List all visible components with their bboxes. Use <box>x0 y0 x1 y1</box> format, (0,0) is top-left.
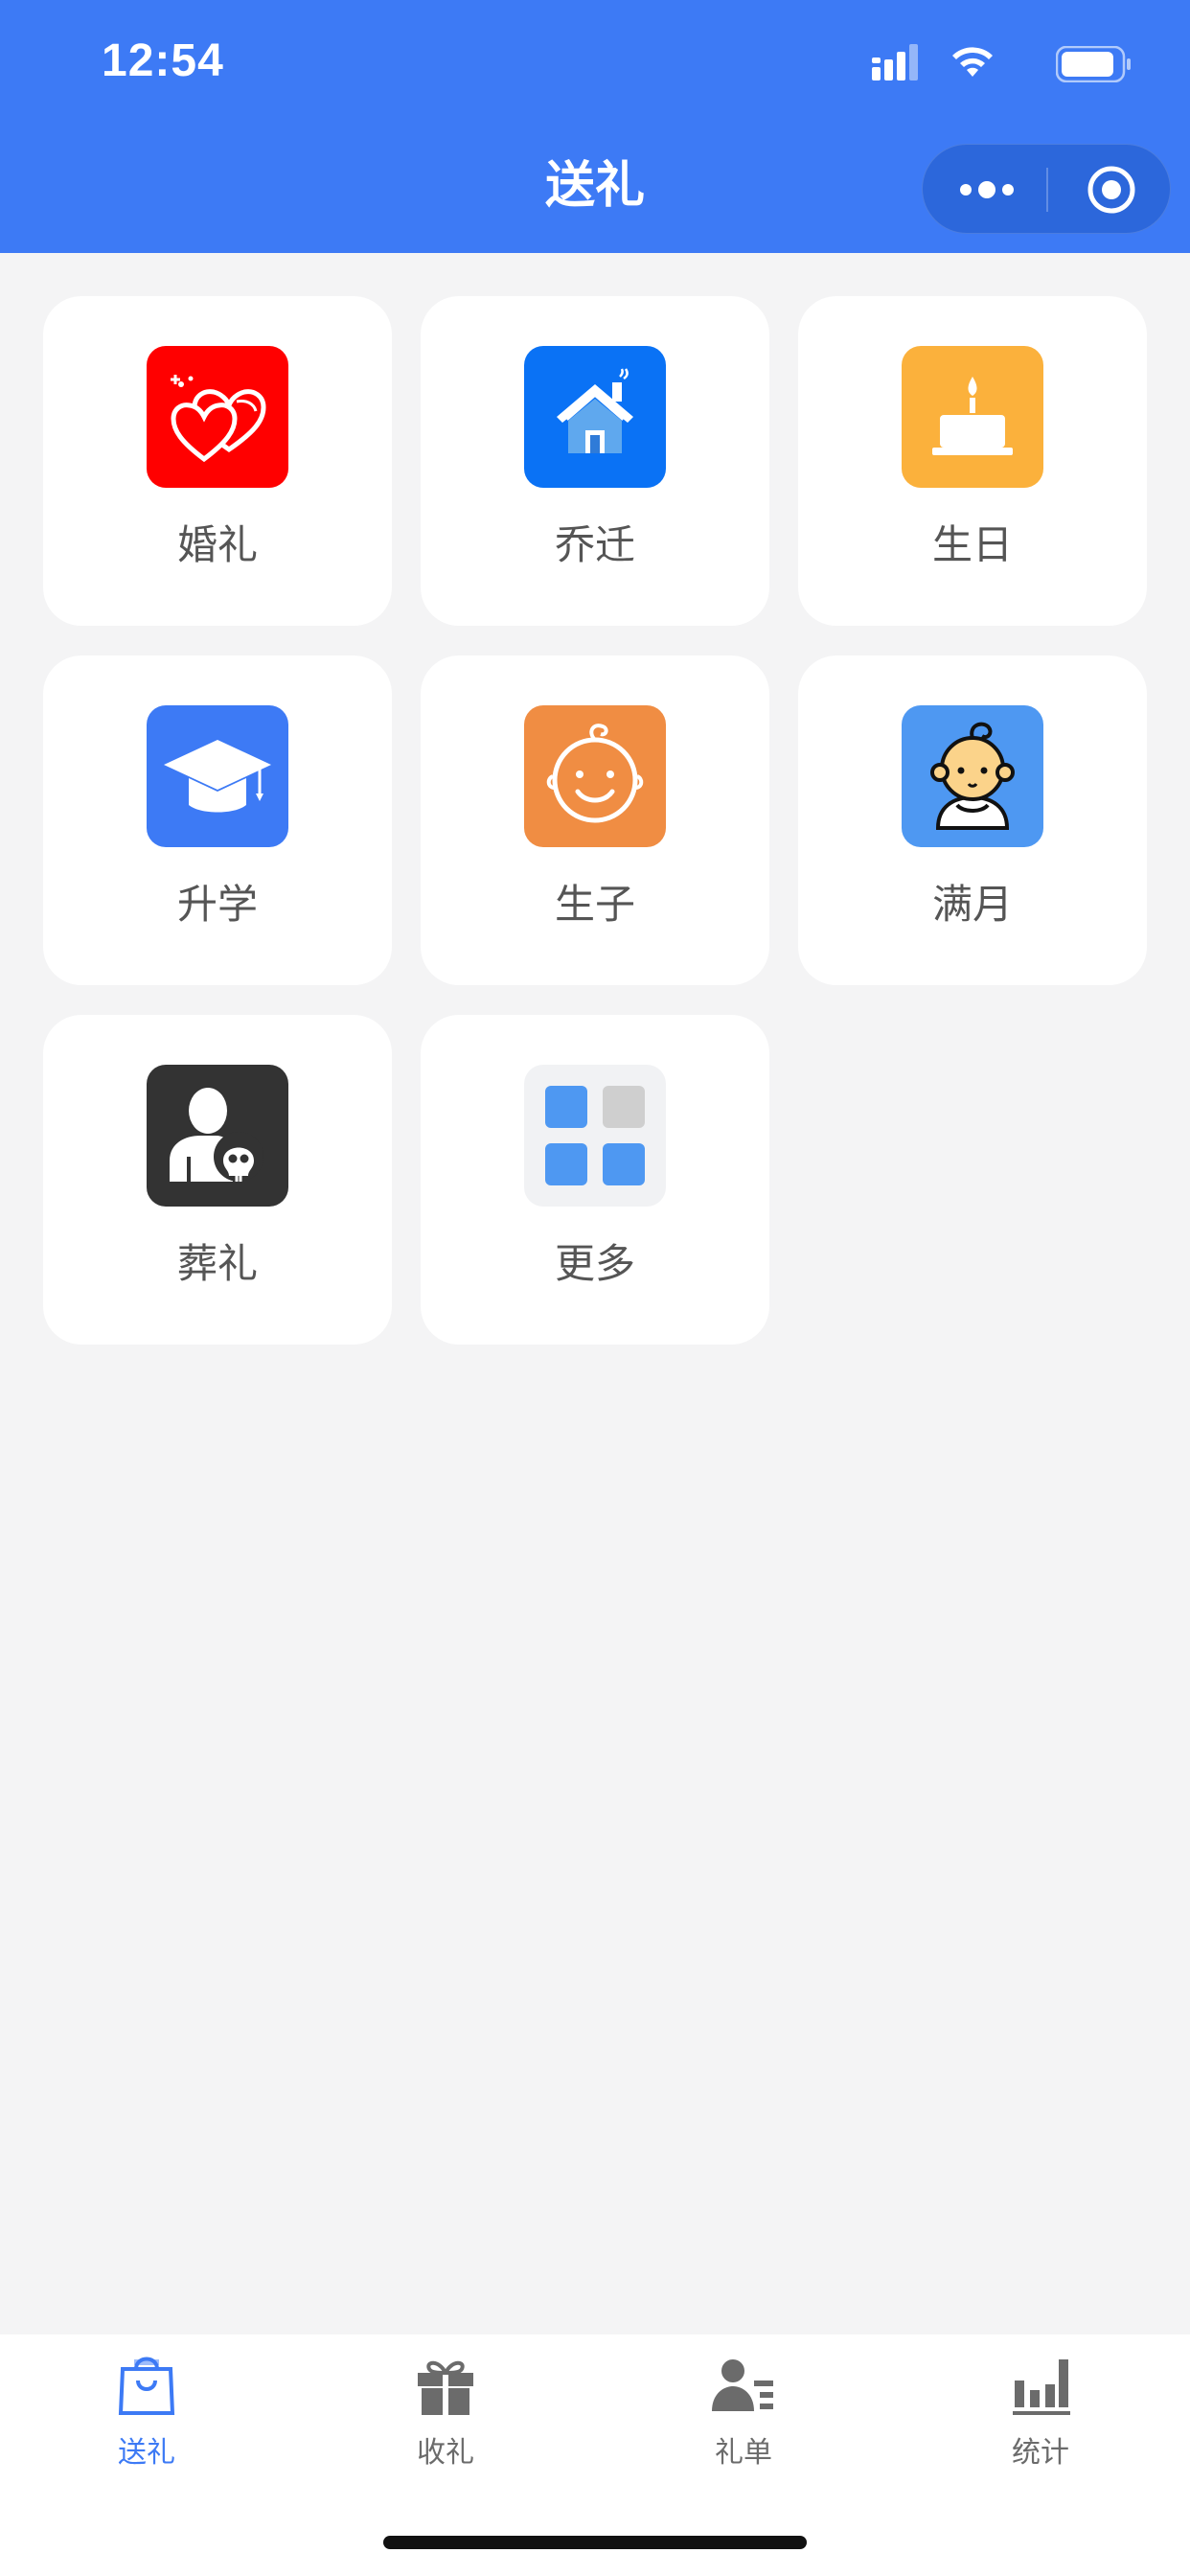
battery-icon <box>1056 46 1131 82</box>
gift-box-icon <box>418 2360 473 2415</box>
close-target-icon[interactable] <box>1086 164 1137 216</box>
status-icons <box>872 42 1133 88</box>
status-time: 12:54 <box>102 35 224 86</box>
bar-chart-icon <box>1013 2359 1070 2415</box>
graduation-cap-icon <box>147 705 288 847</box>
mourner-skull-icon <box>147 1065 288 1207</box>
tab-label: 统计 <box>1012 2436 1069 2470</box>
home-indicator <box>383 2536 807 2549</box>
birthday-cake-icon <box>902 346 1043 488</box>
category-label: 升学 <box>176 881 258 928</box>
house-icon <box>524 346 666 488</box>
tab-receive-gift[interactable]: 收礼 <box>359 2352 532 2486</box>
category-label: 生日 <box>931 521 1013 568</box>
person-list-icon <box>712 2359 773 2411</box>
nav-header: 12:54 送礼 <box>0 0 1190 253</box>
category-label: 生子 <box>554 881 635 928</box>
category-card-graduation[interactable]: 升学 <box>43 656 392 985</box>
category-card-full-moon[interactable]: 满月 <box>798 656 1147 985</box>
tab-label: 送礼 <box>118 2436 175 2470</box>
capsule-divider <box>1046 168 1048 212</box>
tab-label: 收礼 <box>417 2436 474 2470</box>
gift-bag-icon <box>118 2357 175 2415</box>
cellular-signal-icon <box>872 44 918 80</box>
more-grid-icon <box>524 1065 666 1207</box>
category-label: 乔迁 <box>554 521 635 568</box>
category-card-more[interactable]: 更多 <box>421 1015 769 1345</box>
category-label: 满月 <box>931 881 1013 928</box>
category-label: 更多 <box>554 1240 635 1287</box>
category-card-birthday[interactable]: 生日 <box>798 296 1147 626</box>
mini-program-capsule <box>922 144 1171 234</box>
tab-statistics[interactable]: 统计 <box>954 2352 1127 2486</box>
category-label: 婚礼 <box>176 521 258 568</box>
tab-gift-list[interactable]: 礼单 <box>657 2352 830 2486</box>
category-card-funeral[interactable]: 葬礼 <box>43 1015 392 1345</box>
tab-send-gift[interactable]: 送礼 <box>60 2352 233 2486</box>
more-dots-icon[interactable] <box>957 173 1017 206</box>
category-card-housewarming[interactable]: 乔迁 <box>421 296 769 626</box>
baby-face-icon <box>524 705 666 847</box>
category-label: 葬礼 <box>176 1240 258 1287</box>
category-card-childbirth[interactable]: 生子 <box>421 656 769 985</box>
category-card-wedding[interactable]: 婚礼 <box>43 296 392 626</box>
baby-icon <box>902 705 1043 847</box>
wifi-icon <box>952 47 993 77</box>
hearts-icon <box>147 346 288 488</box>
tab-label: 礼单 <box>715 2436 772 2470</box>
